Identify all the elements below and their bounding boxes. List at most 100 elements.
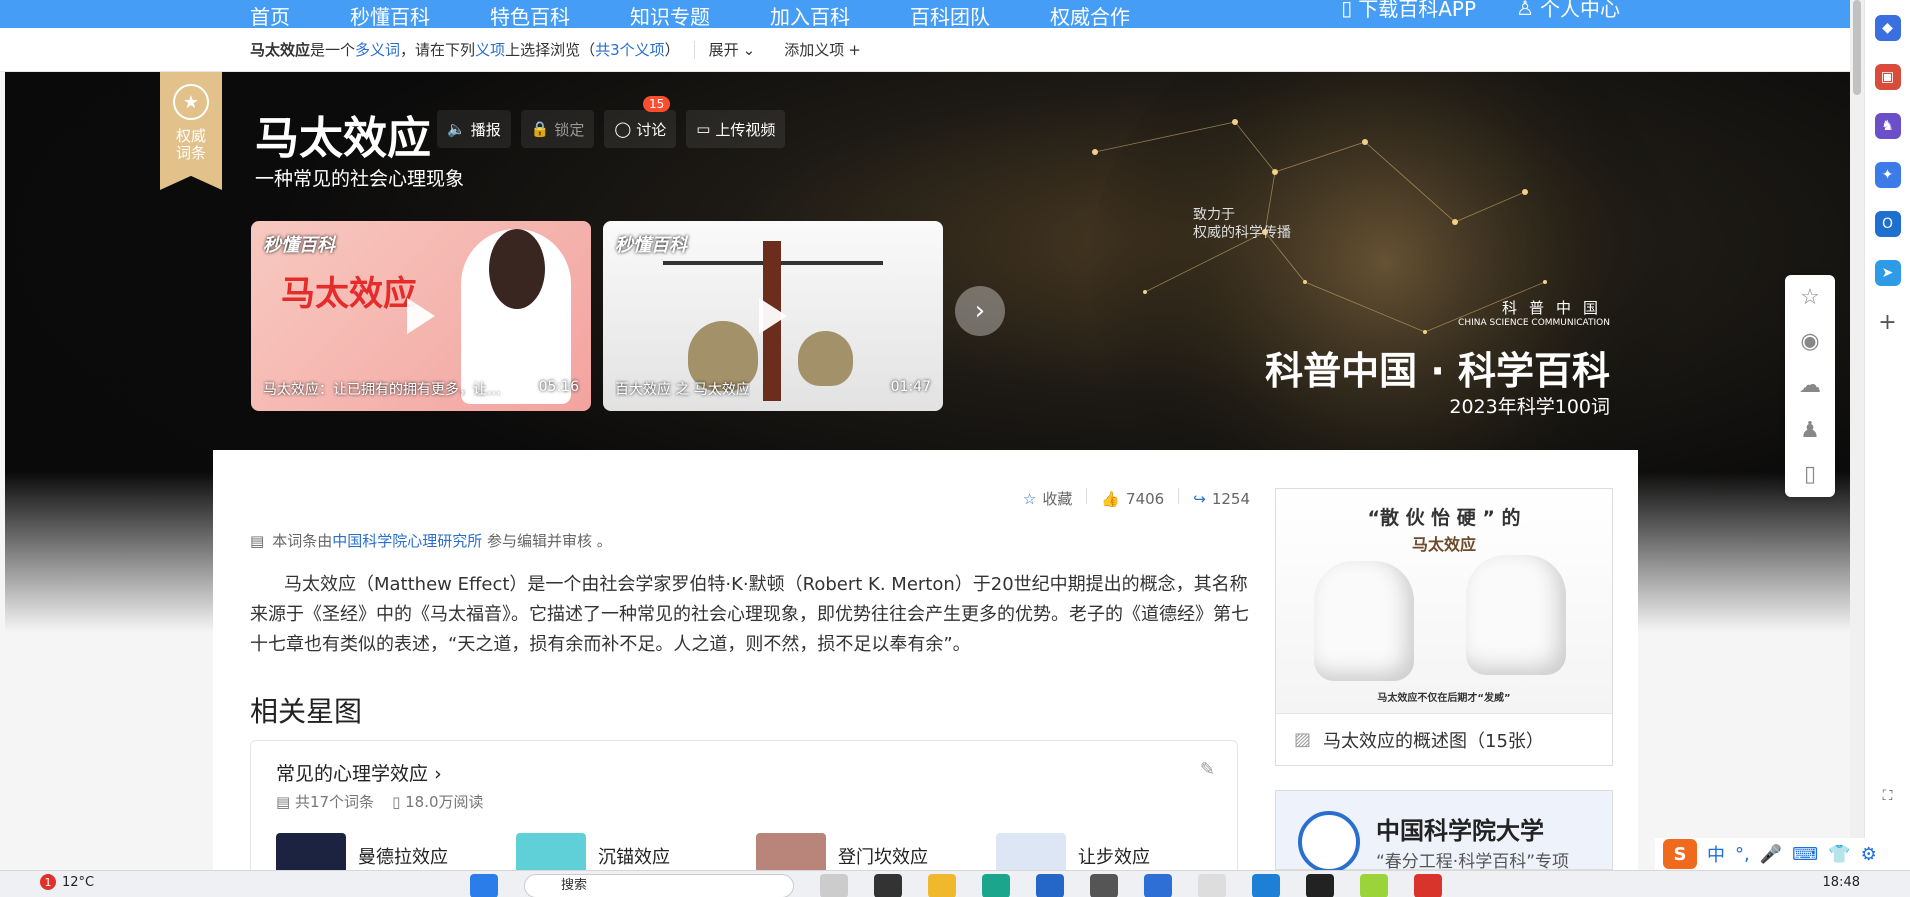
share-icon: ↪ — [1193, 489, 1206, 508]
image-caption-bottom: 马太效应不仅在后期才“发威” — [1377, 693, 1511, 704]
video-duration: 05:16 — [538, 379, 579, 395]
nav-miaodong[interactable]: 秒懂百科 — [350, 6, 430, 28]
copilot-icon[interactable]: ✦ — [1874, 162, 1901, 188]
scrollbar-thumb[interactable] — [1853, 0, 1861, 95]
system-clock[interactable]: 18:48 — [1823, 875, 1860, 890]
entry-count: 共17个词条 — [294, 793, 375, 811]
nav-join[interactable]: 加入百科 — [770, 6, 850, 28]
taskbar: 1 12°C 搜索 18:48 — [0, 870, 1910, 897]
broadcast-button[interactable]: 🔈 播报 — [437, 110, 511, 148]
disambiguation-bar: 马太效应 是一个 多义词 ，请在下列 义项 上选择浏览（ 共3个义项 ） 展开 ⌄… — [0, 28, 1850, 72]
share-button[interactable]: ↪ 1254 — [1193, 488, 1250, 509]
weather-widget[interactable]: 1 12°C — [40, 874, 94, 890]
starmap-card: 常见的心理学效应 › ▤ 共17个词条 ▯ 18.0万阅读 ✎ 曼德拉效应 沉锚… — [250, 740, 1238, 880]
screenshot-icon[interactable]: ⛶ — [1875, 783, 1901, 809]
download-app-label: 下载百科APP — [1358, 0, 1477, 21]
app-icon[interactable] — [1414, 874, 1442, 897]
browser-sidebar: ◆ ▣ ♞ ✦ O ➤ + ⛶ ▯ — [1864, 0, 1910, 870]
star-icon: ☆ — [1022, 489, 1037, 508]
video-card-1[interactable]: 秒懂百科 马太效应 马太效应：让已拥有的拥有更多，让… 05:16 — [251, 221, 591, 411]
starmap-title-link[interactable]: 常见的心理学效应 › — [276, 759, 442, 786]
ucas-logo — [1298, 811, 1360, 873]
like-button[interactable]: 👍 7406 — [1101, 488, 1164, 509]
file-icon[interactable] — [1198, 874, 1226, 897]
tag-icon[interactable]: ◆ — [1874, 15, 1901, 41]
play-icon[interactable] — [759, 298, 787, 334]
upload-video-button[interactable]: ▭ 上传视频 — [686, 110, 786, 148]
nav-featured[interactable]: 特色百科 — [490, 6, 570, 28]
user-center-link[interactable]: ♙ 个人中心 — [1516, 0, 1620, 22]
taskview-icon[interactable] — [820, 874, 848, 897]
plus-icon: + — [848, 40, 861, 59]
carousel-next-button[interactable]: › — [955, 286, 1005, 336]
app-icon[interactable] — [1144, 874, 1172, 897]
ucas-card[interactable]: 中国科学院大学 “春分工程·科学百科”专项 — [1275, 790, 1613, 873]
weibo-icon[interactable]: ◉ — [1800, 329, 1819, 354]
store-icon[interactable] — [1036, 874, 1064, 897]
edge-icon[interactable] — [982, 874, 1010, 897]
discuss-count-badge: 15 — [642, 96, 671, 112]
entry-stats: ☆ 收藏 👍 7406 ↪ 1254 — [1023, 488, 1250, 509]
nav-topics[interactable]: 知识专题 — [630, 6, 710, 28]
microphone-icon[interactable]: 🎤 — [1760, 844, 1782, 865]
app-icon[interactable] — [1090, 874, 1118, 897]
org-link[interactable]: 中国科学院心理研究所 — [332, 532, 482, 550]
item-label: 登门坎效应 — [838, 847, 928, 868]
windows-start-icon[interactable] — [470, 874, 498, 897]
tools-icon[interactable]: ⚙ — [1861, 844, 1877, 865]
app-icon[interactable] — [1252, 874, 1280, 897]
play-icon[interactable] — [407, 298, 435, 334]
star-icon[interactable]: ☆ — [1800, 285, 1820, 310]
book-icon: ▯ — [392, 793, 401, 811]
brand-en: CHINA SCIENCE COMMUNICATION — [1458, 318, 1610, 328]
image-gallery-link[interactable]: ▨ 马太效应的概述图（15张） — [1276, 713, 1612, 765]
qq-icon[interactable]: ♟ — [1800, 418, 1820, 443]
nav-partner[interactable]: 权威合作 — [1050, 6, 1130, 28]
nav-team[interactable]: 百科团队 — [910, 6, 990, 28]
lock-icon: 🔒 — [530, 120, 550, 138]
top-nav: 首页 秒懂百科 特色百科 知识专题 加入百科 百科团队 权威合作 ▯ 下载百科AP… — [0, 0, 1850, 28]
outlook-icon[interactable]: O — [1874, 211, 1901, 237]
like-count: 7406 — [1126, 489, 1165, 508]
disambig-text1: 是一个 — [310, 41, 356, 59]
toolbox-icon[interactable]: ▣ — [1874, 64, 1901, 90]
read-count: 18.0万阅读 — [405, 793, 484, 811]
sogou-icon[interactable]: S — [1663, 839, 1697, 869]
send-icon[interactable]: ➤ — [1874, 260, 1901, 286]
expand-button[interactable]: 展开 ⌄ — [709, 39, 756, 60]
app-icon[interactable] — [1306, 874, 1334, 897]
skin-icon[interactable]: 👕 — [1828, 844, 1850, 865]
chess-icon[interactable]: ♞ — [1874, 113, 1901, 139]
add-sense-button[interactable]: 添加义项 + — [784, 39, 861, 60]
taskbar-search[interactable]: 搜索 — [524, 874, 794, 897]
add-icon[interactable]: + — [1875, 309, 1901, 335]
page-scrollbar[interactable] — [1850, 0, 1864, 870]
sense-link[interactable]: 义项 — [475, 39, 505, 60]
app-icon[interactable] — [874, 874, 902, 897]
hero-actions: 🔈 播报 🔒 锁定 ◯ 讨论 15 ▭ 上传视频 — [437, 96, 786, 148]
share-sidebar: ☆ ◉ ☁ ♟ ▯ — [1785, 275, 1835, 497]
folder-icon[interactable] — [928, 874, 956, 897]
wechat-icon[interactable]: ☁ — [1799, 373, 1821, 398]
lock-button[interactable]: 🔒 锁定 — [520, 110, 595, 148]
thumb-up-icon: 👍 — [1101, 489, 1121, 508]
overview-image-card[interactable]: “散 伙 怡 硬 ” 的 马太效应 马太效应不仅在后期才“发威” ▨ 马太效应的概… — [1275, 488, 1613, 766]
nav-home[interactable]: 首页 — [250, 6, 290, 28]
video-card-2[interactable]: 秒懂百科 百大效应 之 马太效应 01:47 — [603, 221, 943, 411]
image-icon: ▨ — [1294, 729, 1312, 750]
edit-icon[interactable]: ✎ — [1200, 759, 1215, 780]
keyboard-icon[interactable]: ⌨ — [1792, 844, 1818, 865]
app-icon[interactable] — [1360, 874, 1388, 897]
mobile-icon[interactable]: ▯ — [1804, 462, 1816, 487]
ime-language[interactable]: 中 — [1707, 841, 1725, 867]
video-title: 百大效应 之 马太效应 — [615, 382, 750, 398]
disambig-text3: 上选择浏览（ — [505, 41, 596, 59]
brand-subtitle: 2023年科学100词 — [1449, 396, 1610, 418]
polysemy-link[interactable]: 多义词 — [355, 39, 400, 60]
video-duration: 01:47 — [890, 379, 931, 395]
sense-count-link[interactable]: 共3个义项 — [595, 39, 665, 60]
favorite-button[interactable]: ☆ 收藏 — [1023, 488, 1072, 509]
punctuation-icon[interactable]: °, — [1735, 844, 1750, 865]
discuss-button[interactable]: ◯ 讨论 15 — [604, 96, 677, 148]
download-app-link[interactable]: ▯ 下载百科APP — [1341, 0, 1476, 22]
